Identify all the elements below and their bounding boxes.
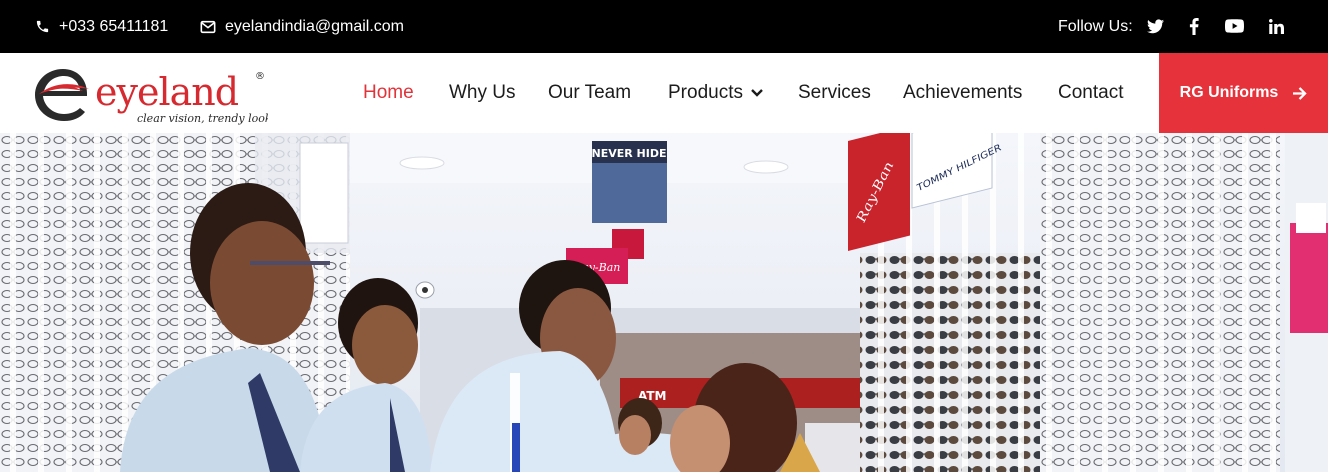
- arrow-right-icon: [1292, 86, 1307, 100]
- youtube-icon[interactable]: [1224, 16, 1244, 36]
- nav-our-team[interactable]: Our Team: [548, 53, 631, 133]
- nav-products-label: Products: [668, 82, 743, 103]
- top-bar: +033 65411181 eyelandindia@gmail.com Fol…: [0, 0, 1328, 53]
- phone-icon: [36, 20, 49, 33]
- nav-products[interactable]: Products: [668, 53, 763, 133]
- svg-text:®: ®: [255, 71, 265, 82]
- envelope-icon: [200, 20, 216, 33]
- email-link[interactable]: eyelandindia@gmail.com: [200, 0, 404, 53]
- chevron-down-icon: [751, 89, 763, 97]
- linkedin-icon[interactable]: [1266, 16, 1286, 36]
- eyeland-logo[interactable]: eyeland ® clear vision, trendy look: [33, 61, 272, 129]
- hero-image: Ray-Ban TOMMY HILFIGER NEVER HIDE Ray-Ba…: [0, 133, 1328, 472]
- never-hide-sign: NEVER HIDE: [592, 147, 667, 160]
- facebook-icon[interactable]: [1184, 16, 1204, 36]
- rg-uniforms-label: RG Uniforms: [1179, 84, 1279, 101]
- svg-text:eyeland: eyeland: [95, 70, 239, 114]
- nav-services[interactable]: Services: [798, 53, 871, 133]
- svg-text:clear vision, trendy look: clear vision, trendy look: [137, 112, 268, 125]
- twitter-icon[interactable]: [1145, 16, 1165, 36]
- follow-label: Follow Us:: [1058, 17, 1133, 35]
- nav-achievements[interactable]: Achievements: [903, 53, 1022, 133]
- nav-why-us[interactable]: Why Us: [449, 53, 516, 133]
- main-navbar: eyeland ® clear vision, trendy look Home…: [0, 53, 1328, 133]
- rg-uniforms-button[interactable]: RG Uniforms: [1159, 53, 1328, 133]
- phone-link[interactable]: +033 65411181: [35, 0, 168, 53]
- email-address: eyelandindia@gmail.com: [225, 17, 404, 35]
- phone-number: +033 65411181: [59, 17, 169, 35]
- nav-home[interactable]: Home: [363, 53, 414, 133]
- nav-contact[interactable]: Contact: [1058, 53, 1123, 133]
